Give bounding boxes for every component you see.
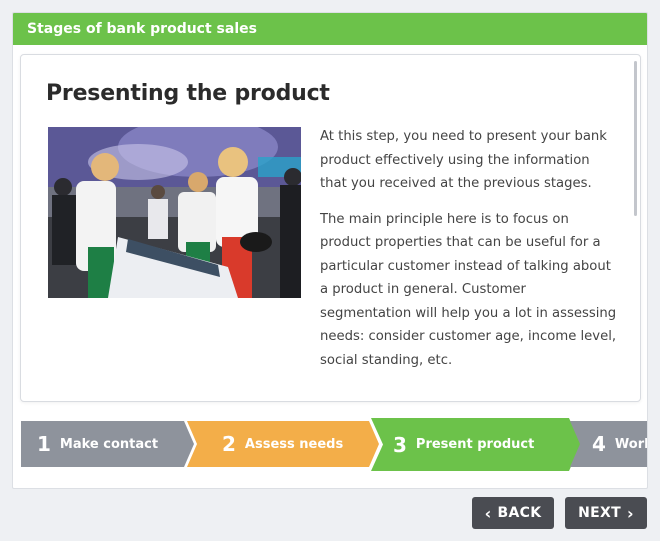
step-assess-needs[interactable]: 2 Assess needs (187, 421, 379, 467)
stage-progress-bar: 1 Make contact 2 Assess needs 3 Present … (21, 418, 647, 471)
slide-paragraph: The main principle here is to focus on p… (320, 211, 617, 368)
slide-photo (48, 127, 301, 298)
step-number: 1 (37, 432, 51, 456)
chevron-right-icon: › (626, 503, 634, 523)
step-label: Make contact (59, 436, 159, 452)
course-header-title: Stages of bank product sales (13, 13, 647, 45)
step-number: 3 (393, 432, 407, 457)
step-label: Assess needs (244, 436, 344, 452)
content-scrollbar[interactable] (633, 61, 637, 397)
step-label: Present product (415, 437, 535, 452)
back-button-label: BACK (497, 505, 542, 521)
slide-title: Presenting the product (46, 81, 330, 106)
step-number: 4 (592, 432, 606, 456)
step-label: Work (614, 436, 647, 452)
step-present-product[interactable]: 3 Present product (371, 418, 581, 471)
slide-content: Presenting the product At this step, you… (20, 54, 641, 402)
next-button[interactable]: NEXT › (565, 497, 647, 529)
step-work[interactable]: 4 Work (570, 421, 647, 467)
slide-paragraph: At this step, you need to present your b… (320, 129, 607, 191)
step-make-contact[interactable]: 1 Make contact (21, 421, 194, 467)
step-number: 2 (222, 432, 236, 456)
course-panel: Stages of bank product sales Presenting … (12, 12, 648, 489)
chevron-left-icon: ‹ (484, 503, 492, 523)
next-button-label: NEXT (578, 505, 621, 521)
slide-body-text: At this step, you need to present your b… (320, 125, 620, 384)
back-button[interactable]: ‹ BACK (472, 497, 554, 529)
scrollbar-thumb[interactable] (634, 61, 637, 216)
